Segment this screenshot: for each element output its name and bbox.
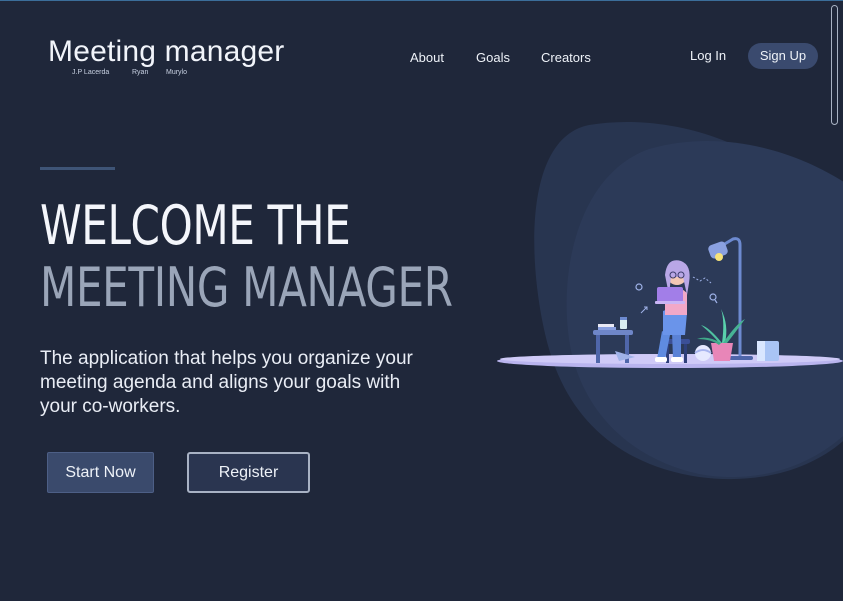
accent-divider xyxy=(40,167,115,170)
nav-link-about[interactable]: About xyxy=(410,50,444,65)
hero-headline-line1: WELCOME THE xyxy=(40,194,351,257)
credit-name: Ryan xyxy=(132,69,149,76)
app-title: Meeting manager xyxy=(48,35,285,68)
credit-name: Murylo xyxy=(166,69,188,76)
nav-link-goals[interactable]: Goals xyxy=(476,50,510,65)
start-now-button[interactable]: Start Now xyxy=(47,452,154,493)
credit-name: J.P Lacerda xyxy=(72,69,110,76)
creator-credits: J.P Lacerda Ryan Murylo xyxy=(72,69,187,76)
scrollbar[interactable] xyxy=(831,5,838,125)
landing-page: Meeting manager J.P Lacerda Ryan Murylo Ab… xyxy=(0,0,843,601)
signup-button[interactable]: Sign Up xyxy=(748,43,818,69)
woman-with-laptop-illustration xyxy=(497,237,843,368)
nav-link-creators[interactable]: Creators xyxy=(541,50,591,65)
hero-headline-line2: MEETING MANAGER xyxy=(40,256,453,319)
login-link[interactable]: Log In xyxy=(690,48,726,63)
register-button[interactable]: Register xyxy=(187,452,310,493)
hero-subtitle: The application that helps you organize … xyxy=(40,348,413,417)
app-logo[interactable]: Meeting manager J.P Lacerda Ryan Murylo xyxy=(48,35,285,76)
